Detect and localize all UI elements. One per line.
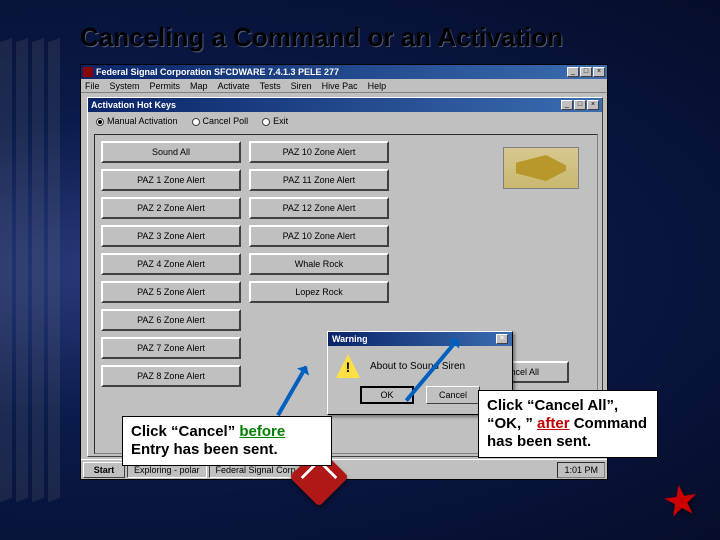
- minimize-button[interactable]: _: [567, 67, 579, 77]
- btn-sound-all[interactable]: Sound All: [101, 141, 241, 163]
- menu-system[interactable]: System: [110, 81, 140, 91]
- warning-cancel-button[interactable]: Cancel: [426, 386, 480, 404]
- system-tray[interactable]: 1:01 PM: [557, 462, 605, 478]
- radio-row: Manual Activation Cancel Poll Exit: [88, 112, 602, 130]
- btn-paz7[interactable]: PAZ 7 Zone Alert: [101, 337, 241, 359]
- warning-titlebar: Warning ×: [328, 332, 512, 346]
- annotation-left: Click “Cancel” before Entry has been sen…: [122, 416, 332, 466]
- warning-close-button[interactable]: ×: [496, 334, 508, 344]
- inner-maximize-button[interactable]: □: [574, 100, 586, 110]
- bg-stripes: [0, 40, 60, 500]
- outer-title: Federal Signal Corporation SFCDWARE 7.4.…: [96, 67, 567, 77]
- star-icon: ★: [659, 474, 703, 528]
- app-icon: [83, 67, 93, 77]
- warning-ok-button[interactable]: OK: [360, 386, 414, 404]
- siren-image: [503, 147, 579, 189]
- menu-file[interactable]: File: [85, 81, 100, 91]
- btn-paz12[interactable]: PAZ 12 Zone Alert: [249, 197, 389, 219]
- warning-message: About to Sound Siren: [370, 361, 465, 372]
- btn-paz4[interactable]: PAZ 4 Zone Alert: [101, 253, 241, 275]
- radio-manual[interactable]: Manual Activation: [96, 116, 178, 126]
- inner-close-button[interactable]: ×: [587, 100, 599, 110]
- btn-paz10[interactable]: PAZ 10 Zone Alert: [249, 141, 389, 163]
- menu-bar: File System Permits Map Activate Tests S…: [81, 79, 607, 93]
- radio-exit[interactable]: Exit: [262, 116, 288, 126]
- menu-siren[interactable]: Siren: [291, 81, 312, 91]
- warning-icon: [336, 354, 360, 378]
- menu-activate[interactable]: Activate: [218, 81, 250, 91]
- btn-paz5[interactable]: PAZ 5 Zone Alert: [101, 281, 241, 303]
- btn-paz2[interactable]: PAZ 2 Zone Alert: [101, 197, 241, 219]
- btn-paz10b[interactable]: PAZ 10 Zone Alert: [249, 225, 389, 247]
- menu-map[interactable]: Map: [190, 81, 208, 91]
- menu-tests[interactable]: Tests: [260, 81, 281, 91]
- menu-hivepac[interactable]: Hive Pac: [322, 81, 358, 91]
- btn-paz8[interactable]: PAZ 8 Zone Alert: [101, 365, 241, 387]
- button-col-1: Sound All PAZ 1 Zone Alert PAZ 2 Zone Al…: [101, 141, 241, 387]
- menu-help[interactable]: Help: [368, 81, 387, 91]
- close-button[interactable]: ×: [593, 67, 605, 77]
- start-button[interactable]: Start: [83, 462, 125, 478]
- inner-title: Activation Hot Keys: [91, 100, 561, 110]
- inner-titlebar: Activation Hot Keys _ □ ×: [88, 98, 602, 112]
- btn-paz6[interactable]: PAZ 6 Zone Alert: [101, 309, 241, 331]
- slide-title: Canceling a Command or an Activation: [80, 22, 563, 53]
- btn-paz11[interactable]: PAZ 11 Zone Alert: [249, 169, 389, 191]
- btn-paz3[interactable]: PAZ 3 Zone Alert: [101, 225, 241, 247]
- outer-titlebar: Federal Signal Corporation SFCDWARE 7.4.…: [81, 65, 607, 79]
- annotation-right: Click “Cancel All”, “OK, ” after Command…: [478, 390, 658, 458]
- warning-title: Warning: [332, 334, 368, 344]
- btn-whalerock[interactable]: Whale Rock: [249, 253, 389, 275]
- btn-paz1[interactable]: PAZ 1 Zone Alert: [101, 169, 241, 191]
- inner-minimize-button[interactable]: _: [561, 100, 573, 110]
- btn-lopezrock[interactable]: Lopez Rock: [249, 281, 389, 303]
- radio-cancelpoll[interactable]: Cancel Poll: [192, 116, 249, 126]
- menu-permits[interactable]: Permits: [150, 81, 181, 91]
- maximize-button[interactable]: □: [580, 67, 592, 77]
